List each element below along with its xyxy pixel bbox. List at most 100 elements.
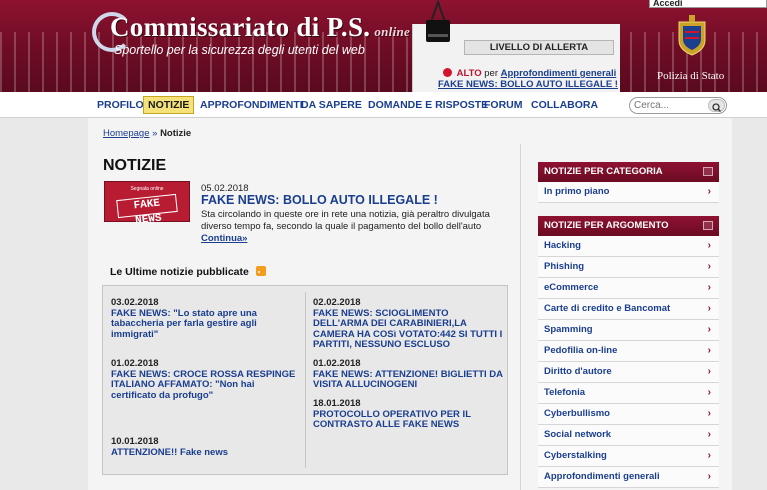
news-item[interactable]: 02.02.2018 FAKE NEWS: SCIOGLIMENTO DELL'… xyxy=(313,297,503,351)
chevron-right-icon: › xyxy=(707,261,711,272)
sidebar-item-label: Cyberbullismo xyxy=(544,408,610,419)
sidebar-item-label: Phishing xyxy=(544,261,585,272)
sidebar-item-label: Telefonia xyxy=(544,387,585,398)
alert-news-link[interactable]: FAKE NEWS: BOLLO AUTO ILLEGALE ! xyxy=(438,79,618,90)
sidebar-item-label: Pedofilia on-line xyxy=(544,345,618,356)
breadcrumb-separator: » xyxy=(152,128,158,139)
featured-continue-link[interactable]: Continua» xyxy=(201,233,247,244)
news-item[interactable]: 18.01.2018 PROTOCOLLO OPERATIVO PER IL C… xyxy=(313,398,503,431)
alert-for: per xyxy=(484,68,498,79)
news-date: 10.01.2018 xyxy=(111,436,159,447)
sidebar-item-label: Approfondimenti generali xyxy=(544,471,660,482)
sidebar-item-label: Cyberstalking xyxy=(544,450,607,461)
latest-news-box: 03.02.2018 FAKE NEWS: "Lo stato apre una… xyxy=(102,285,508,475)
news-title[interactable]: FAKE NEWS: ATTENZIONE! BIGLIETTI DA VISI… xyxy=(313,369,503,391)
copy-icon xyxy=(703,221,713,230)
featured-image-stamp: FAKE NEWS xyxy=(116,193,178,227)
nav-forum[interactable]: FORUM xyxy=(482,96,525,114)
featured-text: Sta circolando in queste ore in rete una… xyxy=(201,209,490,232)
breadcrumb: Homepage » Notizie xyxy=(103,128,191,139)
sidebar-category-header: NOTIZIE PER CATEGORIA xyxy=(538,162,719,182)
news-item[interactable]: 01.02.2018 FAKE NEWS: ATTENZIONE! BIGLIE… xyxy=(313,358,503,391)
sidebar-item-hacking[interactable]: Hacking › xyxy=(538,236,719,257)
news-item[interactable]: 10.01.2018 ATTENZIONE!! Fake news xyxy=(111,436,301,459)
news-title[interactable]: ATTENZIONE!! Fake news xyxy=(111,447,301,459)
search-input[interactable] xyxy=(634,99,708,112)
sidebar-item-cyberstalking[interactable]: Cyberstalking › xyxy=(538,446,719,467)
chevron-right-icon: › xyxy=(707,408,711,419)
sidebar-item-cyberbullismo[interactable]: Cyberbullismo › xyxy=(538,404,719,425)
sidebar-category-list: In primo piano › xyxy=(538,182,719,203)
sidebar-item-pedofilia-on-line[interactable]: Pedofilia on-line › xyxy=(538,341,719,362)
emblem-label: Polizia di Stato xyxy=(657,70,725,82)
sidebar-topic-list: Hacking › Phishing › eCommerce › Carte di c… xyxy=(538,236,719,488)
chevron-right-icon: › xyxy=(707,303,711,314)
nav-da-sapere[interactable]: DA SAPERE xyxy=(299,96,364,114)
nav-domande-e-risposte[interactable]: DOMANDE E RISPOSTE xyxy=(366,96,490,114)
news-title[interactable]: FAKE NEWS: SCIOGLIMENTO DELL'ARMA DEI CA… xyxy=(313,308,503,351)
alert-dot-icon xyxy=(443,68,452,77)
sidebar-topic-header: NOTIZIE PER ARGOMENTO xyxy=(538,216,719,236)
chevron-right-icon: › xyxy=(707,324,711,335)
news-title[interactable]: PROTOCOLLO OPERATIVO PER IL CONTRASTO AL… xyxy=(313,409,503,431)
chevron-right-icon: › xyxy=(707,387,711,398)
sidebar-item-in-primo-piano[interactable]: In primo piano › xyxy=(538,182,719,203)
news-date: 18.01.2018 xyxy=(313,398,361,409)
nav-collabora[interactable]: COLLABORA xyxy=(529,96,600,114)
rss-icon[interactable] xyxy=(255,266,266,276)
sidebar-item-spamming[interactable]: Spamming › xyxy=(538,320,719,341)
nav-approfondimenti[interactable]: APPROFONDIMENTI xyxy=(198,96,305,114)
logo-subtitle: Sportello per la sicurezza degli utenti … xyxy=(114,43,365,57)
sidebar-item-label: Social network xyxy=(544,429,612,440)
featured-image[interactable]: Segnala online FAKE NEWS xyxy=(104,181,190,227)
alert-level-label: LIVELLO DI ALLERTA xyxy=(464,40,614,55)
chevron-right-icon: › xyxy=(707,186,711,197)
chevron-right-icon: › xyxy=(707,366,711,377)
sidebar-category-title: NOTIZIE PER CATEGORIA xyxy=(544,166,663,177)
sidebar-item-approfondimenti-generali[interactable]: Approfondimenti generali › xyxy=(538,467,719,488)
news-title[interactable]: FAKE NEWS: CROCE ROSSA RESPINGE ITALIANO… xyxy=(111,369,301,402)
news-title[interactable]: FAKE NEWS: "Lo stato apre una tabaccheri… xyxy=(111,308,301,341)
chevron-right-icon: › xyxy=(707,240,711,251)
chevron-right-icon: › xyxy=(707,282,711,293)
search-button[interactable] xyxy=(708,99,725,113)
nav-profilo[interactable]: PROFILO xyxy=(95,96,146,114)
sidebar-item-telefonia[interactable]: Telefonia › xyxy=(538,383,719,404)
sidebar-item-phishing[interactable]: Phishing › xyxy=(538,257,719,278)
sidebar-item-carte-di-credito[interactable]: Carte di credito e Bancomat › xyxy=(538,299,719,320)
alert-status-line: ALTO per Approfondimenti generali xyxy=(443,68,616,79)
breadcrumb-current: Notizie xyxy=(160,128,192,139)
sidebar-item-diritto-d-autore[interactable]: Diritto d'autore › xyxy=(538,362,719,383)
sidebar-item-label: eCommerce xyxy=(544,282,599,293)
logo-suffix: online xyxy=(374,24,411,39)
page-title: NOTIZIE xyxy=(103,157,167,174)
featured-summary: Sta circolando in queste ore in rete una… xyxy=(201,209,507,245)
chevron-right-icon: › xyxy=(707,471,711,482)
news-item[interactable]: 01.02.2018 FAKE NEWS: CROCE ROSSA RESPIN… xyxy=(111,358,301,402)
alert-topic-link[interactable]: Approfondimenti generali xyxy=(501,68,617,79)
search-icon xyxy=(712,103,722,113)
sidebar-item-label: In primo piano xyxy=(544,186,610,197)
featured-title-link[interactable]: FAKE NEWS: BOLLO AUTO ILLEGALE ! xyxy=(201,193,438,207)
news-item[interactable]: 03.02.2018 FAKE NEWS: "Lo stato apre una… xyxy=(111,297,301,341)
news-column-divider xyxy=(305,292,306,468)
nav-notizie[interactable]: NOTIZIE xyxy=(143,96,195,114)
breadcrumb-home-link[interactable]: Homepage xyxy=(103,128,149,139)
accedi-link[interactable]: Accedi xyxy=(649,0,767,8)
sidebar-topic-title: NOTIZIE PER ARGOMENTO xyxy=(544,220,669,231)
latest-news-heading: Le Ultime notizie pubblicate xyxy=(110,266,266,278)
content-sidebar-divider xyxy=(520,144,521,490)
chevron-right-icon: › xyxy=(707,429,711,440)
news-date: 01.02.2018 xyxy=(313,358,361,369)
sidebar-item-label: Diritto d'autore xyxy=(544,366,612,377)
copy-icon xyxy=(703,167,713,176)
sidebar-item-ecommerce[interactable]: eCommerce › xyxy=(538,278,719,299)
news-date: 02.02.2018 xyxy=(313,297,361,308)
sidebar-item-social-network[interactable]: Social network › xyxy=(538,425,719,446)
featured-image-caption: Segnala online xyxy=(130,186,164,192)
latest-news-title: Le Ultime notizie pubblicate xyxy=(110,266,249,278)
chevron-right-icon: › xyxy=(707,450,711,461)
chevron-right-icon: › xyxy=(707,345,711,356)
binder-clip-icon xyxy=(426,0,450,42)
sidebar-item-label: Hacking xyxy=(544,240,581,251)
